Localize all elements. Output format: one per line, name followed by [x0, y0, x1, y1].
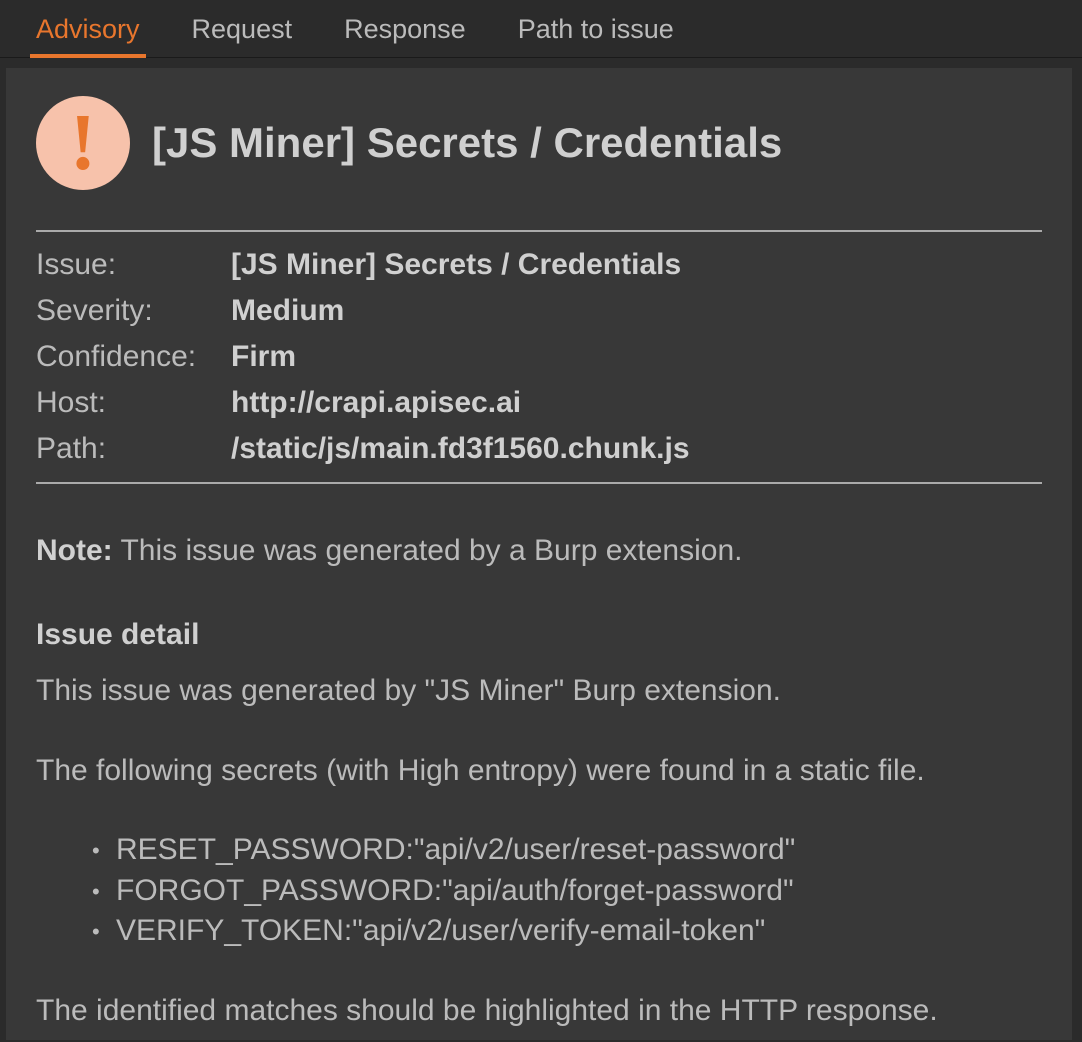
- meta-row-severity: Severity: Medium: [36, 288, 1042, 334]
- tab-request[interactable]: Request: [186, 10, 299, 57]
- meta-value: /static/js/main.fd3f1560.chunk.js: [231, 428, 690, 470]
- meta-value: http://crapi.apisec.ai: [231, 382, 521, 424]
- secrets-list: RESET_PASSWORD:"api/v2/user/reset-passwo…: [36, 830, 1042, 952]
- meta-label: Host:: [36, 382, 231, 424]
- meta-label: Issue:: [36, 244, 231, 286]
- tab-path-to-issue[interactable]: Path to issue: [512, 10, 680, 57]
- meta-value: Firm: [231, 336, 296, 378]
- advisory-panel: ! [JS Miner] Secrets / Credentials Issue…: [6, 68, 1072, 1040]
- issue-meta-table: Issue: [JS Miner] Secrets / Credentials …: [36, 230, 1042, 484]
- secrets-intro: The following secrets (with High entropy…: [36, 750, 1042, 792]
- tab-advisory[interactable]: Advisory: [30, 10, 146, 57]
- meta-label: Path:: [36, 428, 231, 470]
- meta-row-confidence: Confidence: Firm: [36, 334, 1042, 380]
- issue-detail-heading: Issue detail: [36, 618, 1042, 652]
- meta-row-path: Path: /static/js/main.fd3f1560.chunk.js: [36, 426, 1042, 472]
- warning-icon: !: [36, 96, 130, 190]
- tab-bar: Advisory Request Response Path to issue: [0, 0, 1082, 58]
- meta-row-host: Host: http://crapi.apisec.ai: [36, 380, 1042, 426]
- note-line: Note: This issue was generated by a Burp…: [36, 534, 1042, 568]
- note-label: Note:: [36, 534, 113, 567]
- list-item: RESET_PASSWORD:"api/v2/user/reset-passwo…: [116, 830, 1042, 871]
- issue-title: [JS Miner] Secrets / Credentials: [152, 119, 782, 167]
- issue-detail-intro: This issue was generated by "JS Miner" B…: [36, 670, 1042, 712]
- list-item: FORGOT_PASSWORD:"api/auth/forget-passwor…: [116, 871, 1042, 912]
- list-item: VERIFY_TOKEN:"api/v2/user/verify-email-t…: [116, 911, 1042, 952]
- tab-response[interactable]: Response: [338, 10, 472, 57]
- meta-row-issue: Issue: [JS Miner] Secrets / Credentials: [36, 242, 1042, 288]
- meta-label: Confidence:: [36, 336, 231, 378]
- meta-value: Medium: [231, 290, 344, 332]
- note-text: This issue was generated by a Burp exten…: [113, 534, 743, 567]
- meta-label: Severity:: [36, 290, 231, 332]
- issue-title-row: ! [JS Miner] Secrets / Credentials: [36, 96, 1042, 190]
- meta-value: [JS Miner] Secrets / Credentials: [231, 244, 681, 286]
- closing-text: The identified matches should be highlig…: [36, 990, 1042, 1032]
